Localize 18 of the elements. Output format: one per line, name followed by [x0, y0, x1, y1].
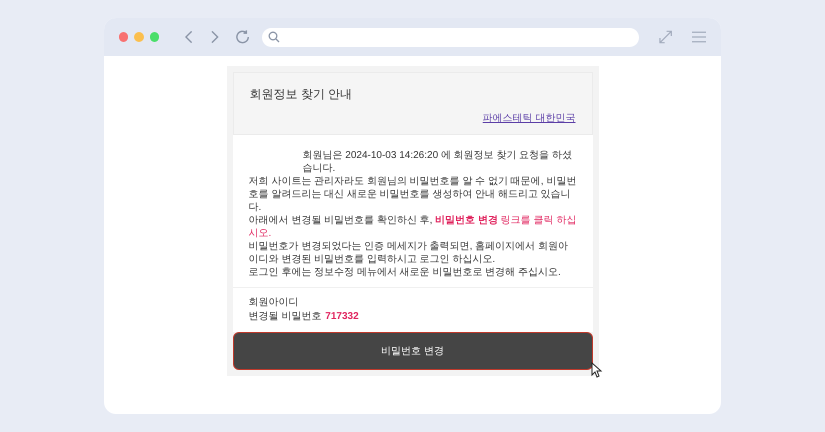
sender-link[interactable]: 파에스테틱 대한민국 — [482, 111, 576, 126]
expand-icon[interactable] — [658, 30, 672, 44]
password-label: 변경될 비밀번호 — [248, 310, 322, 324]
forward-icon[interactable] — [210, 30, 219, 44]
back-icon[interactable] — [185, 30, 193, 44]
change-password-button[interactable]: 비밀번호 변경 — [232, 332, 592, 370]
email-title: 회원정보 찾기 안내 — [250, 86, 354, 103]
reload-icon[interactable] — [234, 29, 250, 45]
message-text: 저희 사이트는 관리자라도 회원님의 비밀번호를 알 수 없기 때문에, 비밀번호를 알려드리는 대신 새로운 비밀번호를 생성하여 안내 해드리고 있습니다. — [248, 175, 576, 214]
password-value: 717332 — [325, 310, 359, 324]
address-bar[interactable] — [262, 28, 638, 46]
message-text: 아래에서 변경될 비밀번호를 확인하신 후, 비밀번호 변경 링크를 클릭 하십시오. — [248, 214, 576, 240]
member-id-label: 회원아이디 — [248, 296, 300, 310]
message-text: 로그인 후에는 정보수정 메뉴에서 새로운 비밀번호로 변경해 주십시오. — [248, 266, 562, 279]
message-text: 비밀번호가 변경되었다는 인증 메세지가 출력되면, 홈페이지에서 회원아이디와 변경된 비밀번호를 입력하시고 로그인 하십시오. — [248, 240, 569, 266]
menu-icon[interactable] — [692, 31, 706, 43]
search-icon — [268, 31, 280, 43]
message-text: 회원님은 2024-10-03 14:26:20 에 회원정보 찾기 요청을 하셨습니다. — [302, 149, 574, 175]
